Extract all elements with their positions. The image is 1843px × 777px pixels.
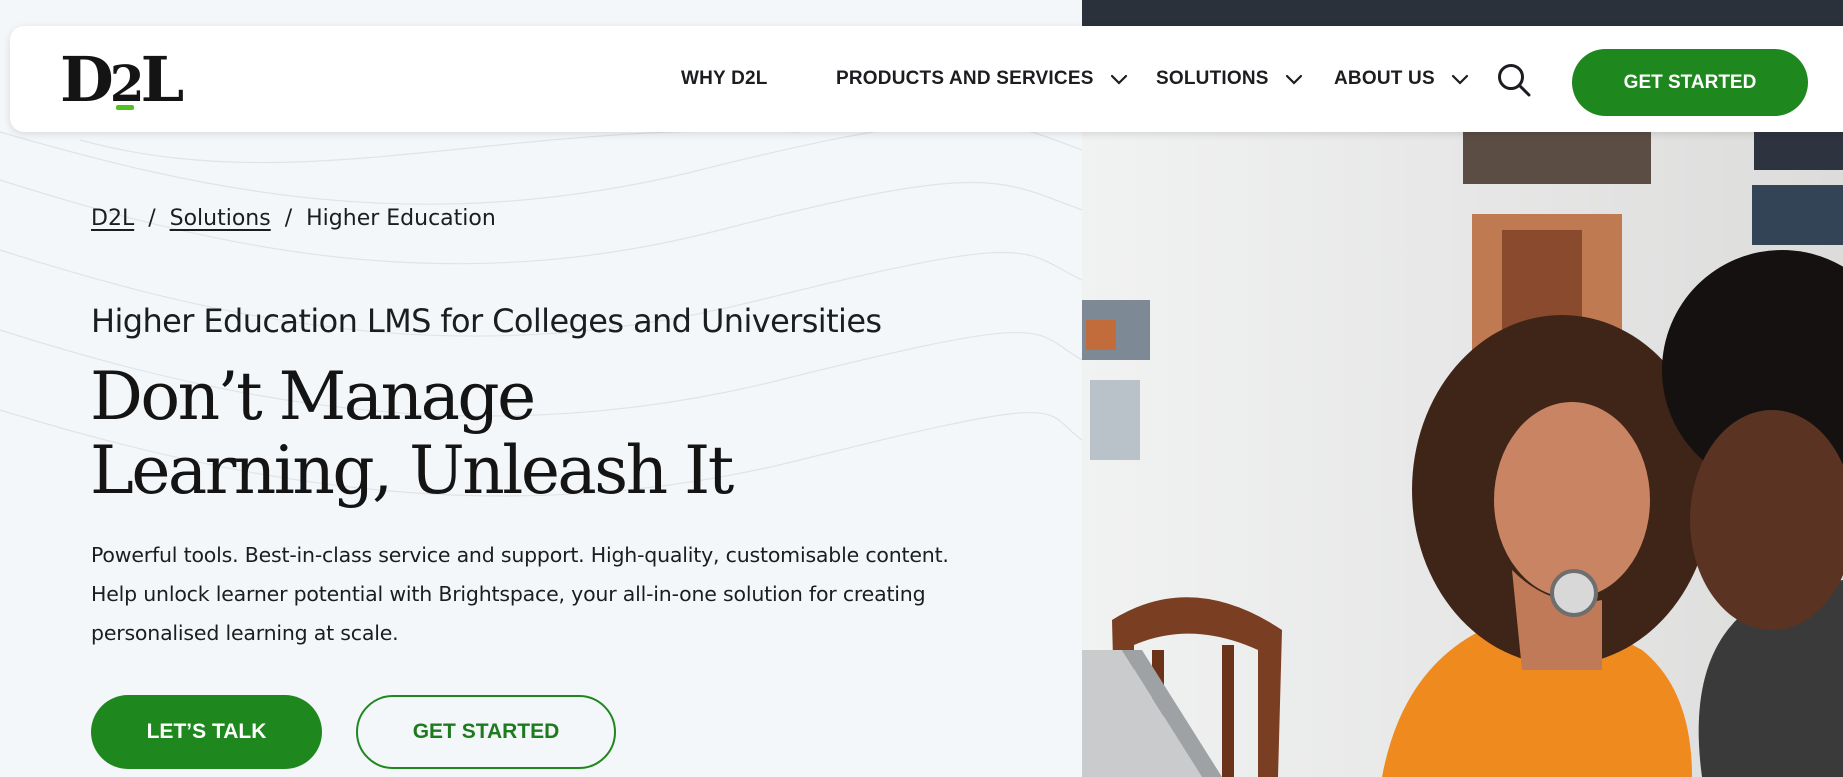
hero-get-started-button[interactable]: GET STARTED (356, 695, 616, 769)
chevron-down-icon (1451, 74, 1468, 85)
breadcrumb-separator: / (284, 206, 293, 231)
header-get-started-button[interactable]: GET STARTED (1572, 49, 1808, 116)
hero-photo-students (1082, 130, 1843, 777)
breadcrumb-separator: / (148, 206, 156, 231)
nav-products-label: PRODUCTS AND SERVICES (836, 68, 1094, 89)
breadcrumb-current: Higher Education (306, 206, 496, 231)
hero-description-line-3: personalised learning at scale. (91, 621, 399, 645)
hero-description-line-2: Help unlock learner potential with Brigh… (91, 582, 926, 606)
logo-digit-2: 2 (110, 52, 145, 116)
chevron-down-icon (1110, 74, 1127, 85)
d2l-logo[interactable]: D 2 L (60, 43, 185, 116)
students-photo-illustration (1082, 130, 1843, 777)
hero-headline-line-2: Learning, Unleash It (90, 432, 734, 509)
hero-headline-line-1: Don’t Manage (90, 358, 536, 435)
breadcrumb-link-home[interactable]: D2L (91, 206, 134, 231)
nav-solutions[interactable]: SOLUTIONS (1156, 68, 1303, 90)
nav-about-us-label: ABOUT US (1334, 68, 1435, 89)
nav-about-us[interactable]: ABOUT US (1334, 68, 1469, 90)
nav-why-d2l-label: WHY D2L (681, 68, 768, 89)
breadcrumb: D2L / Solutions / Higher Education (91, 206, 496, 231)
breadcrumb-link-solutions[interactable]: Solutions (170, 206, 271, 231)
lets-talk-button[interactable]: LET’S TALK (91, 695, 322, 769)
hero-description: Powerful tools. Best-in-class service an… (91, 536, 971, 653)
logo-letter-l: L (140, 43, 185, 116)
logo-letter-d: D (60, 43, 114, 116)
nav-solutions-label: SOLUTIONS (1156, 68, 1269, 89)
hero-headline: Don’t Manage Learning, Unleash It (90, 360, 990, 508)
nav-why-d2l[interactable]: WHY D2L (681, 68, 768, 90)
hero-description-line-1: Powerful tools. Best-in-class service an… (91, 543, 949, 567)
site-header: D 2 L WHY D2L PRODUCTS AND SERVICES SOLU… (10, 26, 1843, 132)
nav-products-and-services[interactable]: PRODUCTS AND SERVICES (836, 68, 1128, 90)
chevron-down-icon (1285, 74, 1302, 85)
search-icon[interactable] (1494, 60, 1534, 100)
hero-eyebrow: Higher Education LMS for Colleges and Un… (91, 302, 882, 340)
